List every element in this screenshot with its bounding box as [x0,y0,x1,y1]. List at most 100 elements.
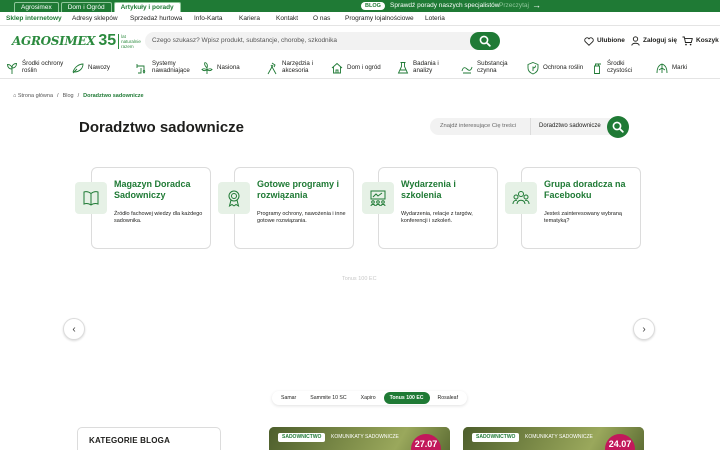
login-link[interactable]: Zaloguj się [631,36,677,46]
post-badge-category[interactable]: SADOWNICTWO [278,433,326,442]
nav-programy-lojalnosciowe[interactable]: Programy lojalnościowe [345,14,414,24]
nav-loteria[interactable]: Loteria [425,14,445,24]
category-substancja-czynna[interactable]: Substancja czynna [460,59,511,77]
category-narzedzia-i-akcesoria[interactable]: Narzędzia i akcesoria [265,59,316,77]
pill-xapiro[interactable]: Xapiro [355,392,382,404]
post-badge-subcategory[interactable]: KOMUNIKATY SADOWNICZE [525,433,593,442]
card-description: Wydarzenia, relacje z targów, konferencj… [401,211,473,224]
search-button[interactable] [470,32,500,50]
community-icon [505,182,537,214]
slider-next-button[interactable]: › [633,318,655,340]
card-description: Programy ochrony, nawożenia i inne gotow… [257,211,346,224]
breadcrumb-home[interactable]: ⌂ Strona główna [13,92,53,100]
breadcrumb: ⌂ Strona główna / Blog / Doradztwo sadow… [13,92,144,100]
chevron-right-icon: › [642,323,646,335]
category-nav: Środki ochrony roślin Nawozy Systemy naw… [0,57,720,79]
cart-link[interactable]: Koszyk [682,36,719,46]
logo-tagline: lat naturalnie razem [118,33,141,49]
header: AGROSIMEX 35 lat naturalnie razem Czego … [0,27,720,55]
search-bar: Czego szukasz? Wpisz produkt, substancje… [145,32,500,50]
card-wydarzenia[interactable]: Wydarzenia i szkolenia Wydarzenia, relac… [362,167,498,249]
page-title: Doradztwo sadownicze [79,119,245,136]
cleaning-icon [590,61,604,75]
chevron-left-icon: ‹ [72,323,76,335]
tab-agrosimex[interactable]: Agrosimex [14,2,59,12]
nav-kariera[interactable]: Kariera [239,14,260,24]
promo-text: Sprawdź porady naszych specjalistów [390,2,500,9]
substance-icon [460,61,474,75]
blog-search-button[interactable] [607,116,629,138]
seeds-icon [200,61,214,75]
category-systemy-nawadniajace[interactable]: Systemy nawadniające [135,59,192,77]
post-badge-subcategory[interactable]: KOMUNIKATY SADOWNICZE [331,433,399,442]
category-srodki-czystosci[interactable]: Środki czystości [590,59,635,77]
category-badania-i-analizy[interactable]: Badania i analizy [396,59,443,77]
pill-rosaleaf[interactable]: Rosaleaf [432,392,464,404]
nav-sprzedaz-hurtowa[interactable]: Sprzedaż hurtowa [130,14,182,24]
nav-adresy-sklepow[interactable]: Adresy sklepów [72,14,118,24]
nav-kontakt[interactable]: Kontakt [276,14,298,24]
card-description: Źródło fachowej wiedzy dla każdego sadow… [114,211,203,224]
slider-caption: Tonus 100 EC [342,276,377,282]
card-gotowe-programy[interactable]: Gotowe programy i rozwiązania Programy o… [218,167,354,249]
blog-badge: BLOG [361,2,385,10]
search-icon [479,35,491,47]
category-ochrona-roslin[interactable]: Ochrona roślin [526,59,583,77]
logo-wordmark: AGROSIMEX [12,34,96,48]
top-tabs: Agrosimex Dom i Ogród Artykuły i porady [14,2,181,12]
pill-sammite[interactable]: Sammite 10 SC [304,392,352,404]
category-nasiona[interactable]: Nasiona [200,59,240,77]
post-card[interactable]: SADOWNICTWO KOMUNIKATY SADOWNICZE 27.07 [269,427,450,450]
post-card[interactable]: SADOWNICTWO KOMUNIKATY SADOWNICZE 24.07 [463,427,644,450]
blog-category-select[interactable]: Doradztwo sadownicze [530,118,610,135]
category-nawozy[interactable]: Nawozy [71,59,110,77]
promo-link[interactable]: Przeczytaj [499,1,529,11]
pill-samar[interactable]: Samar [275,392,302,404]
category-srodki-ochrony-roslin[interactable]: Środki ochrony roślin [5,59,66,77]
card-title: Wydarzenia i szkolenia [401,179,456,200]
blog-search: Znajdź interesujące Cię treści Doradztwo… [430,116,630,137]
cart-label: Koszyk [696,37,719,44]
blog-search-input[interactable]: Znajdź interesujące Cię treści [430,118,530,135]
product-pills: Samar Sammite 10 SC Xapiro Tonus 100 EC … [272,391,468,405]
secondary-nav: Sklep internetowy Adresy sklepów Sprzeda… [0,12,720,26]
breadcrumb-current: Doradztwo sadownicze [83,93,144,99]
card-magazyn[interactable]: Magazyn Doradca Sadowniczy Źródło fachow… [75,167,211,249]
magazine-icon [75,182,107,214]
heart-icon [584,36,594,46]
logo[interactable]: AGROSIMEX 35 lat naturalnie razem [12,31,141,51]
arrow-right-icon[interactable]: → [532,0,541,10]
top-bar: Agrosimex Dom i Ogród Artykuły i porady … [0,0,720,24]
card-description: Jesteś zainteresowany wybraną tematyką? [544,211,622,224]
brands-icon [655,61,669,75]
search-icon [612,121,624,133]
presentation-icon [362,182,394,214]
breadcrumb-blog[interactable]: Blog [63,92,74,100]
award-icon [218,182,250,214]
login-label: Zaloguj się [643,37,677,44]
tools-icon [265,61,279,75]
nav-sklep-internetowy[interactable]: Sklep internetowy [6,14,62,24]
category-dom-i-ogrod[interactable]: Dom i ogród [330,59,381,77]
pill-tonus[interactable]: Tonus 100 EC [383,392,430,404]
card-grupa-facebook[interactable]: Grupa doradcza na Facebooku Jesteś zaint… [505,167,641,249]
home-garden-icon [330,61,344,75]
card-title: Gotowe programy i rozwiązania [257,179,340,200]
tab-dom-i-ogrod[interactable]: Dom i Ogród [60,2,112,12]
irrigation-icon [135,61,149,75]
blog-categories-title: KATEGORIE BLOGA [89,436,171,445]
nav-info-karta[interactable]: Info-Karta [194,14,223,24]
slider-prev-button[interactable]: ‹ [63,318,85,340]
blog-categories-box: KATEGORIE BLOGA [77,427,221,450]
nav-o-nas[interactable]: O nas [313,14,330,24]
cart-icon [682,36,693,46]
tab-artykuly-i-porady[interactable]: Artykuły i porady [113,2,181,12]
favorites-label: Ulubione [597,37,625,44]
shield-plant-icon [526,61,540,75]
card-title: Grupa doradcza na Facebooku [544,179,626,200]
favorites-link[interactable]: Ulubione [584,36,625,46]
user-icon [631,36,640,46]
search-input[interactable]: Czego szukasz? Wpisz produkt, substancje… [152,35,337,47]
post-badge-category[interactable]: SADOWNICTWO [472,433,520,442]
category-marki[interactable]: Marki [655,59,687,77]
